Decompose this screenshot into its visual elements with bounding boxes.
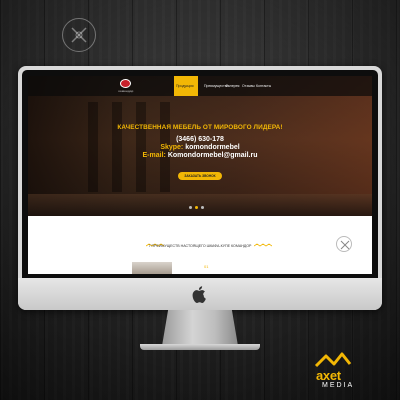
hero-contacts: (3466) 630-178 Skype: komondormebel E-ma… [28,136,372,160]
corner-emblem-icon [62,18,96,52]
slider-dots [189,206,211,210]
nav-item-contacts[interactable]: Контакты [256,84,271,88]
email-value[interactable]: Komondormebel@gmail.ru [168,152,258,159]
apple-logo-icon [192,286,206,303]
tools-icon [336,236,352,252]
skype-label: Skype: [160,144,184,151]
watermark-sub: MEDIA [322,382,355,389]
nav-item-label: Продукция [176,84,194,88]
email-label: E-mail: [142,152,166,159]
section-title: 7 ПРЕИМУЩЕСТВ НАСТОЯЩЕГО ШКАФА-КУПЕ КОМА… [148,244,252,248]
monitor-stand-base [140,344,260,350]
advantage-number: 01 [204,264,209,269]
hero-email: E-mail: Komondormebel@gmail.ru [28,152,372,160]
hero-phone[interactable]: (3466) 630-178 [28,136,372,144]
slider-dot[interactable] [201,206,204,209]
imac-monitor: комондор Продукция Преимущества Галерея … [18,66,382,310]
nav-item-gallery[interactable]: Галерея [226,84,239,88]
hero-floor [28,194,372,216]
website-screen: комондор Продукция Преимущества Галерея … [28,76,372,274]
zigzag-right-icon [254,243,272,247]
cabinet-image [132,262,172,274]
hero-skype: Skype: komondormebel [28,144,372,152]
screen-bezel: комондор Продукция Преимущества Галерея … [22,70,378,278]
nav-item-products[interactable]: Продукция [174,76,198,96]
advantages-section: 7 ПРЕИМУЩЕСТВ НАСТОЯЩЕГО ШКАФА-КУПЕ КОМА… [28,216,372,274]
slider-dot[interactable] [189,206,192,209]
monitor-stand [162,310,238,346]
slider-dot-active[interactable] [195,206,198,209]
hero-headline: КАЧЕСТВЕННАЯ МЕБЕЛЬ ОТ МИРОВОГО ЛИДЕРА! [117,124,283,131]
monitor-chin [18,278,382,310]
order-call-button[interactable]: ЗАКАЗАТЬ ЗВОНОК [178,172,222,180]
skype-value[interactable]: komondormebel [185,144,239,151]
top-navbar: комондор Продукция Преимущества Галерея … [28,76,372,96]
brand-logo-icon[interactable] [120,79,131,88]
watermark-brand: axet [316,368,341,383]
brand-name: комондор [118,89,134,93]
hero-section: комондор Продукция Преимущества Галерея … [28,76,372,216]
nav-item-advantages[interactable]: Преимущества [204,84,228,88]
watermark-brand-text: axet [316,368,341,383]
nav-item-reviews[interactable]: Отзывы [242,84,255,88]
